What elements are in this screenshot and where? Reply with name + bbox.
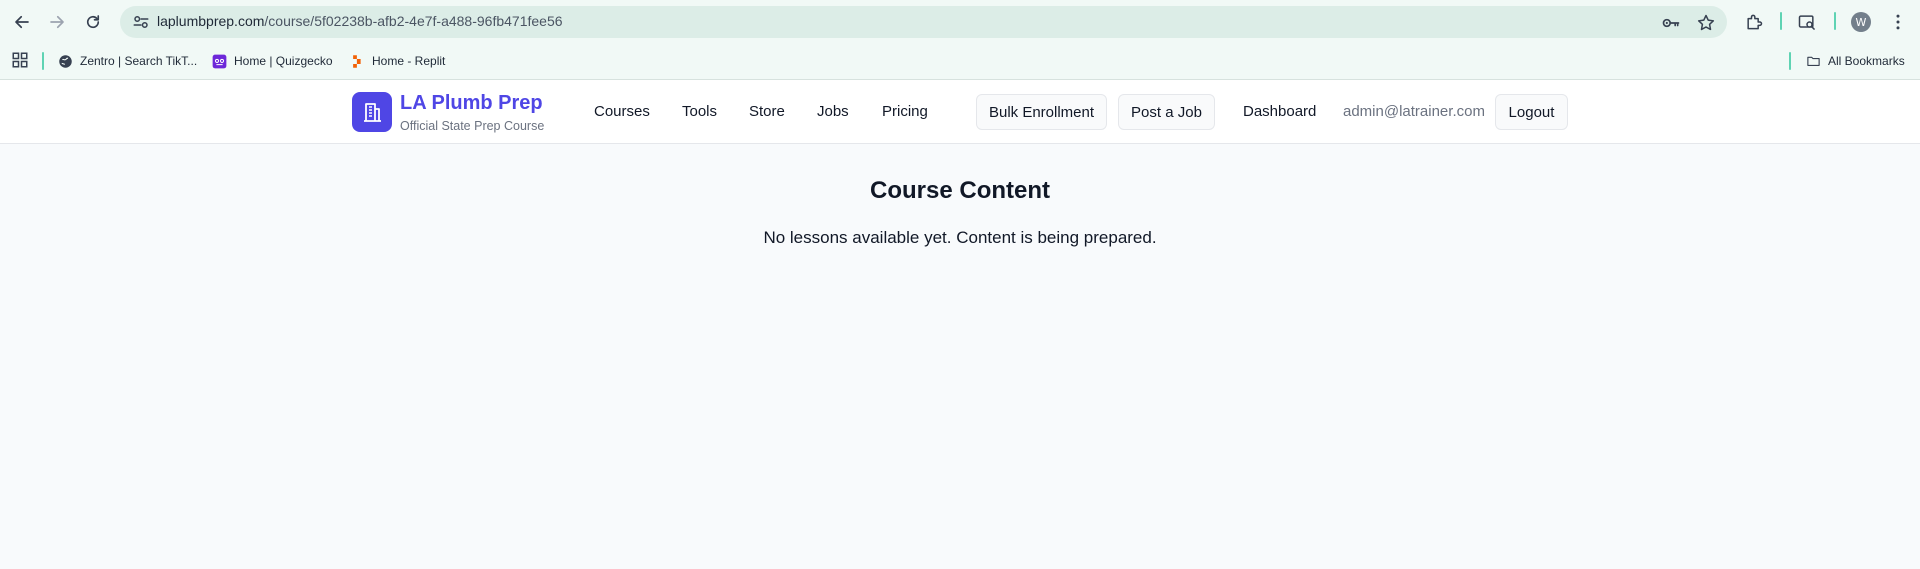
tab-search-icon[interactable] [1795, 10, 1819, 34]
bookmark-label: Home | Quizgecko [234, 54, 333, 68]
user-email: admin@latrainer.com [1343, 103, 1485, 120]
back-arrow-icon [15, 15, 29, 29]
browser-toolbar: laplumbprep.com/course/5f02238b-afb2-4e7… [0, 0, 1920, 44]
reload-button[interactable] [80, 9, 106, 35]
reload-icon [86, 15, 100, 29]
replit-icon [350, 54, 365, 69]
bookmark-label: Zentro | Search TikT... [80, 54, 198, 68]
empty-state-message: No lessons available yet. Content is bei… [763, 228, 1157, 247]
toolbar-divider [1834, 12, 1836, 30]
profile-avatar[interactable]: W [1851, 12, 1871, 32]
toolbar-divider [1780, 12, 1782, 30]
folder-icon [1806, 54, 1821, 69]
bookmark-star-icon[interactable] [1696, 13, 1716, 33]
logout-button[interactable]: Logout [1495, 94, 1568, 130]
brand-title[interactable]: LA Plumb Prep [400, 92, 543, 115]
all-bookmarks-label: All Bookmarks [1828, 54, 1905, 68]
site-info-icon[interactable] [132, 13, 150, 31]
globe-icon [58, 54, 73, 69]
browser-chrome: laplumbprep.com/course/5f02238b-afb2-4e7… [0, 0, 1920, 80]
extensions-icon[interactable] [1742, 10, 1766, 34]
bookmark-label: Home - Replit [372, 54, 446, 68]
bookmarks-bar: Zentro | Search TikT... Home | Quizgecko… [0, 44, 1920, 78]
forward-button[interactable] [44, 9, 70, 35]
address-bar[interactable]: laplumbprep.com/course/5f02238b-afb2-4e7… [120, 6, 1727, 38]
url-text: laplumbprep.com/course/5f02238b-afb2-4e7… [157, 13, 563, 29]
url-path: /course/5f02238b-afb2-4e7f-a488-96fb471f… [264, 13, 563, 29]
page-title: Course Content [870, 177, 1050, 204]
building-icon [364, 103, 381, 122]
quizgecko-icon [212, 54, 227, 69]
nav-pricing[interactable]: Pricing [882, 103, 928, 120]
nav-store[interactable]: Store [749, 103, 785, 120]
nav-courses[interactable]: Courses [594, 103, 650, 120]
post-job-button[interactable]: Post a Job [1118, 94, 1215, 130]
nav-jobs[interactable]: Jobs [817, 103, 849, 120]
url-domain: laplumbprep.com [157, 13, 265, 29]
bookmark-zentro[interactable]: Zentro | Search TikT... [58, 52, 197, 70]
apps-grid-icon[interactable] [11, 51, 29, 69]
bookmark-replit[interactable]: Home - Replit [350, 52, 445, 70]
brand-subtitle: Official State Prep Course [400, 119, 545, 133]
bookmark-quizgecko[interactable]: Home | Quizgecko [212, 52, 333, 70]
all-bookmarks[interactable]: All Bookmarks [1806, 52, 1905, 70]
nav-tools[interactable]: Tools [682, 103, 717, 120]
bookmarks-divider [42, 52, 44, 70]
logo[interactable] [352, 92, 392, 132]
browser-menu-icon[interactable] [1886, 10, 1910, 34]
nav-dashboard[interactable]: Dashboard [1243, 103, 1316, 120]
password-key-icon[interactable] [1661, 13, 1681, 33]
back-button[interactable] [9, 9, 35, 35]
forward-arrow-icon [50, 15, 64, 29]
site-header: LA Plumb Prep Official State Prep Course… [0, 80, 1920, 144]
bulk-enrollment-button[interactable]: Bulk Enrollment [976, 94, 1107, 130]
bookmarks-divider [1789, 52, 1791, 70]
